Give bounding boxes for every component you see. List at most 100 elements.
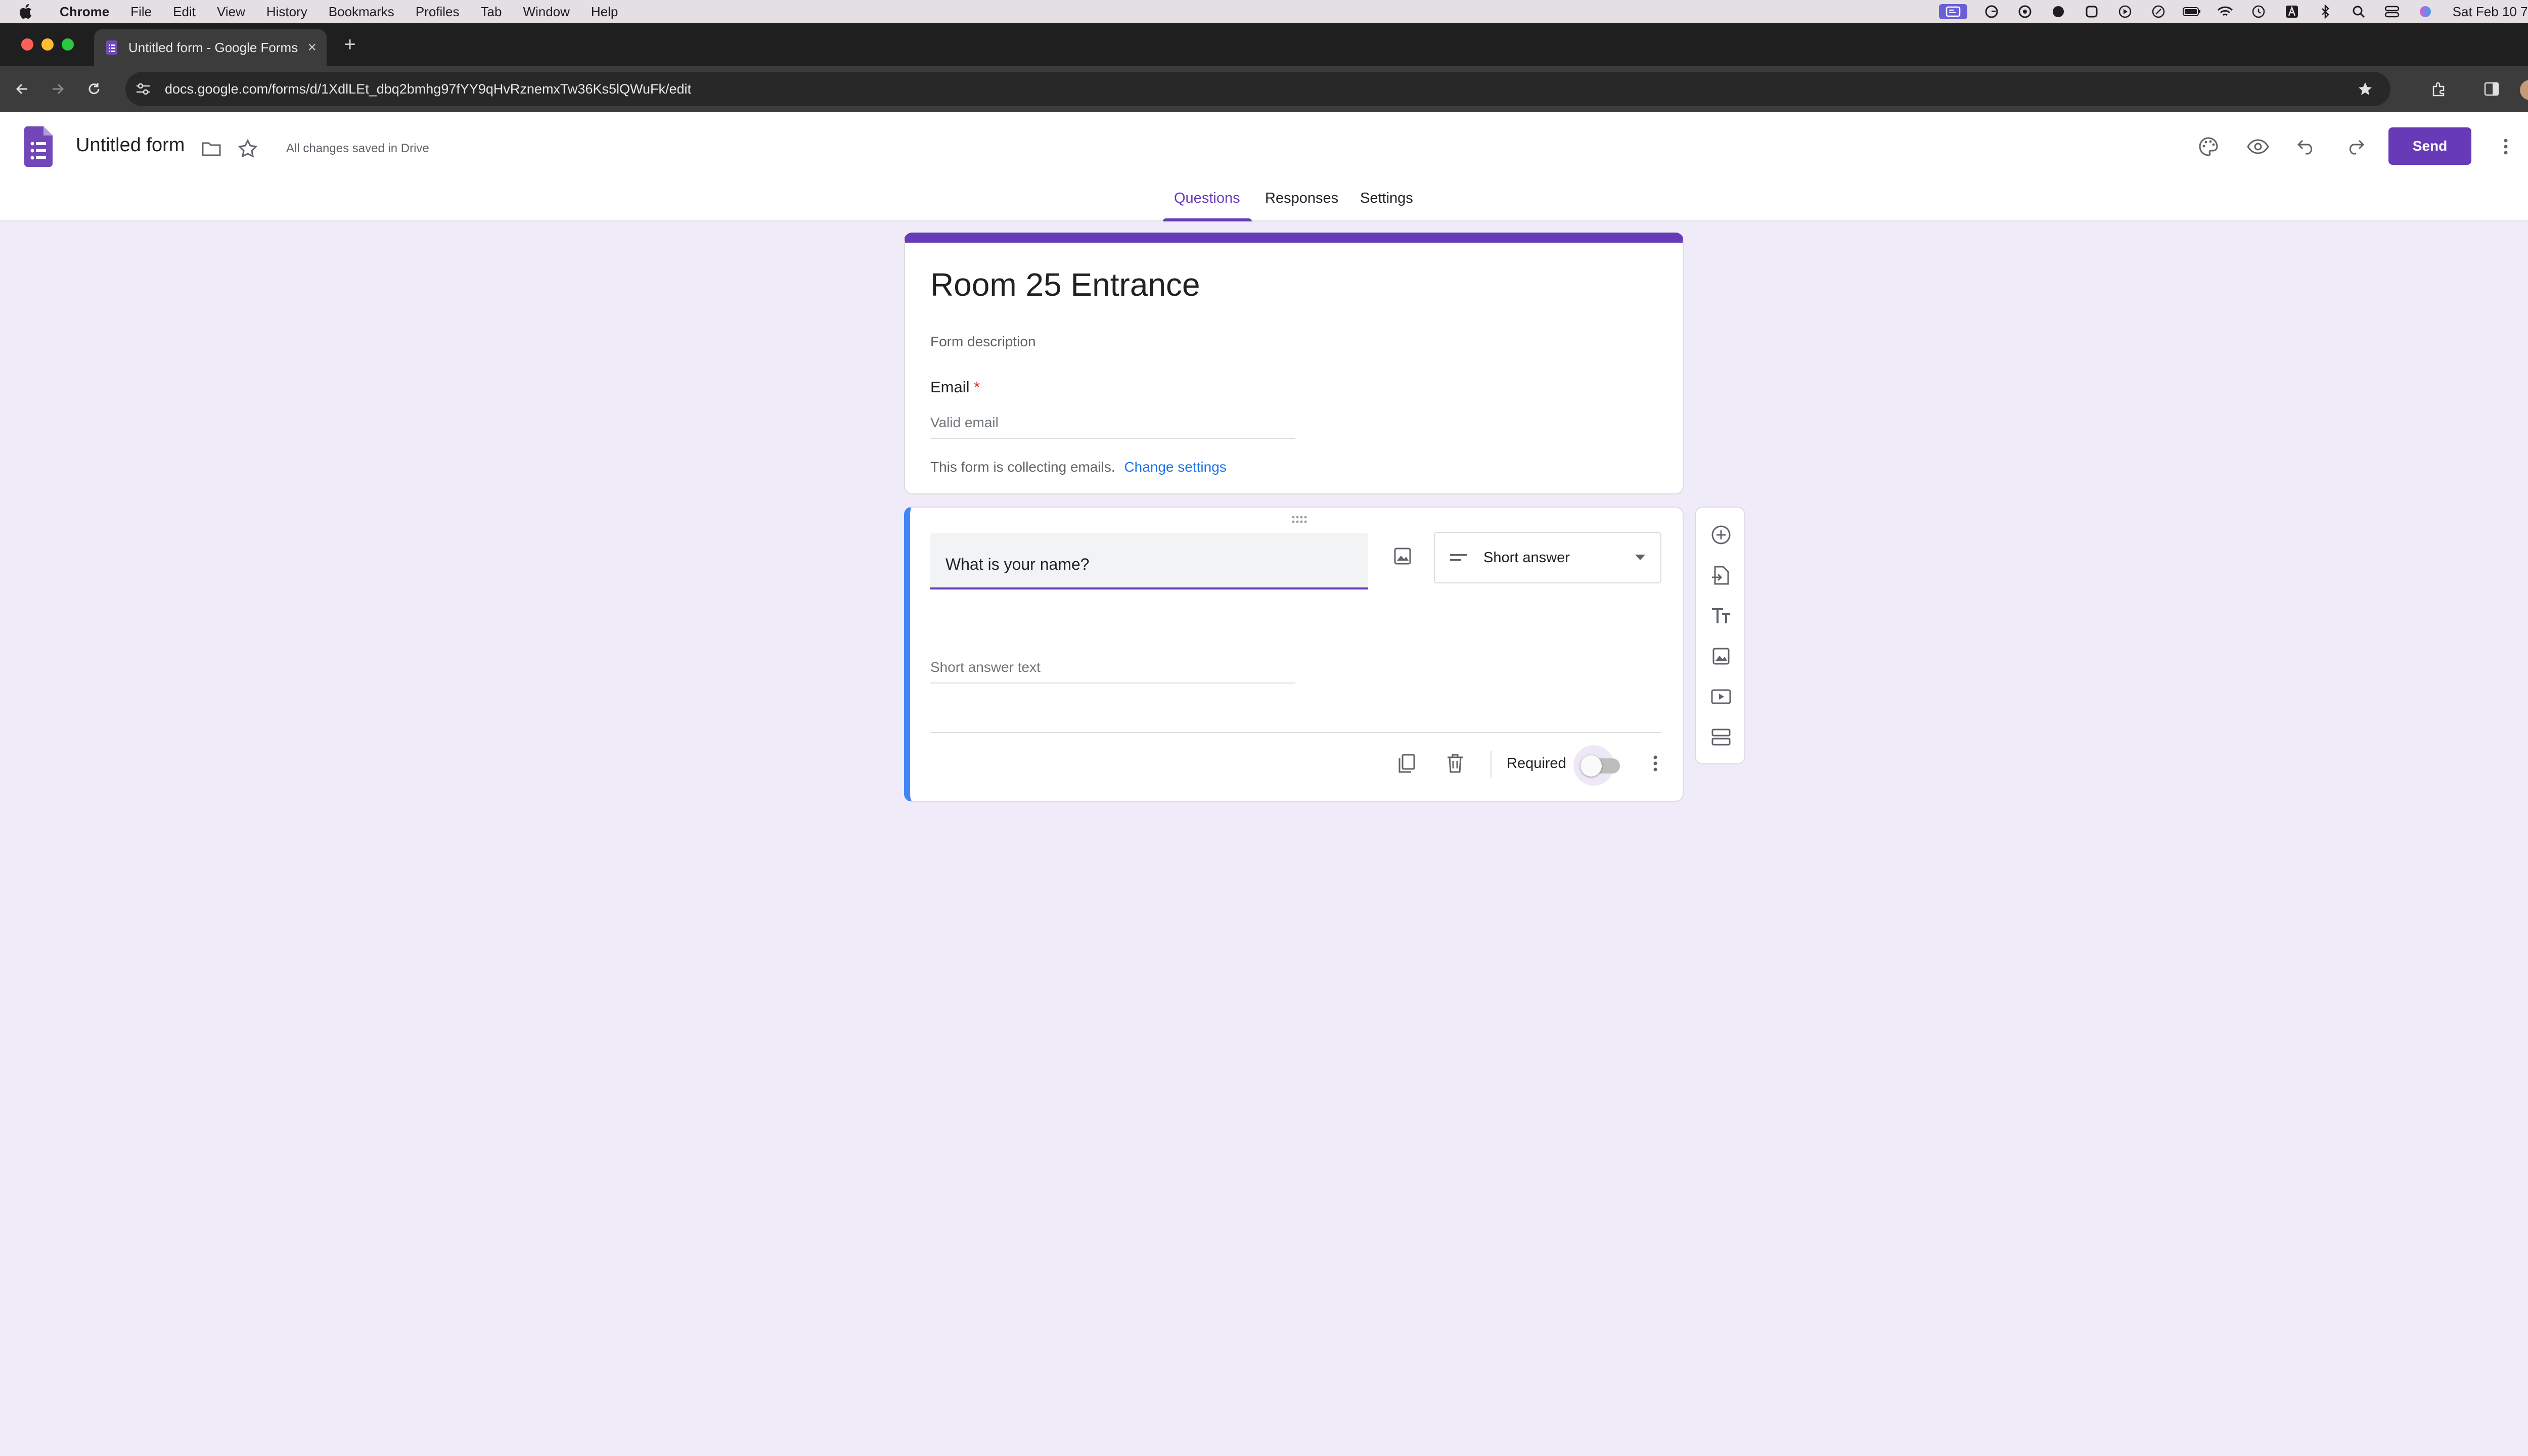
required-label: Required [1507, 755, 1566, 771]
preview-eye-icon[interactable] [2244, 132, 2272, 161]
wifi-icon[interactable] [2216, 4, 2234, 19]
time-machine-icon[interactable] [2249, 4, 2268, 19]
browser-toolbar: docs.google.com/forms/d/1XdlLEt_dbq2bmhg… [0, 66, 2528, 112]
collecting-emails-text: This form is collecting emails. [930, 459, 1115, 475]
menu-history[interactable]: History [266, 4, 307, 20]
menu-file[interactable]: File [130, 4, 152, 20]
minimize-window-button[interactable] [41, 38, 54, 51]
menu-bookmarks[interactable]: Bookmarks [329, 4, 394, 20]
redo-icon[interactable] [2341, 132, 2369, 161]
menu-bar-clock[interactable]: Sat Feb 10 7:11 PM [2453, 4, 2528, 20]
siri-icon[interactable] [2416, 4, 2434, 19]
delete-icon[interactable] [1441, 749, 1469, 778]
move-to-folder-icon[interactable] [199, 136, 223, 161]
menu-window[interactable]: Window [523, 4, 569, 20]
question-card[interactable]: What is your name? Short answer Short an… [904, 507, 1684, 802]
menu-profiles[interactable]: Profiles [416, 4, 460, 20]
short-answer-underline [930, 682, 1295, 684]
email-underline [930, 438, 1295, 439]
customize-theme-icon[interactable] [2194, 132, 2223, 161]
form-title[interactable]: Room 25 Entrance [930, 266, 1200, 303]
duplicate-icon[interactable] [1392, 749, 1421, 778]
add-title-description-icon[interactable] [1707, 602, 1735, 630]
screen-share-icon[interactable] [1938, 4, 1967, 19]
bookmark-star-icon[interactable] [2357, 81, 2377, 97]
tab-settings[interactable]: Settings [1360, 190, 1413, 207]
chrome-profile-avatar[interactable] [2520, 80, 2528, 100]
back-button[interactable] [10, 77, 34, 101]
email-placeholder: Valid email [930, 415, 999, 430]
email-label-text: Email [930, 378, 970, 396]
form-description-field[interactable]: Form description [930, 334, 1036, 350]
window-icon[interactable] [2083, 4, 2101, 19]
short-answer-placeholder: Short answer text [930, 659, 1041, 675]
drag-handle-icon[interactable] [1289, 515, 1310, 525]
extensions-icon[interactable] [2427, 77, 2451, 101]
document-title[interactable]: Untitled form [76, 134, 185, 156]
url-text: docs.google.com/forms/d/1XdlLEt_dbq2bmhg… [165, 81, 692, 97]
footer-separator [1491, 751, 1492, 778]
macos-menu-bar: Chrome File Edit View History Bookmarks … [0, 0, 2528, 23]
zoom-window-button[interactable] [62, 38, 74, 51]
required-toggle-thumb[interactable] [1581, 755, 1602, 777]
new-tab-button[interactable]: + [339, 33, 361, 56]
form-side-toolbar [1695, 507, 1745, 764]
more-options-icon[interactable] [2492, 132, 2520, 161]
copilot-icon[interactable] [2016, 4, 2034, 19]
collecting-emails-note: This form is collecting emails. Change s… [930, 459, 1227, 475]
address-bar[interactable]: docs.google.com/forms/d/1XdlLEt_dbq2bmhg… [125, 72, 2390, 106]
menu-view[interactable]: View [217, 4, 245, 20]
close-window-button[interactable] [21, 38, 33, 51]
add-image-sidebar-icon[interactable] [1707, 642, 1735, 670]
google-forms-logo-icon[interactable] [24, 126, 53, 167]
reload-button[interactable] [82, 77, 106, 101]
spotlight-search-icon[interactable] [2350, 4, 2368, 19]
forms-header: Untitled form All changes saved in Drive… [0, 112, 2528, 221]
menu-edit[interactable]: Edit [173, 4, 196, 20]
star-icon[interactable] [236, 136, 260, 161]
apple-icon[interactable] [19, 4, 39, 19]
send-button[interactable]: Send [2388, 127, 2471, 165]
menu-chrome[interactable]: Chrome [60, 4, 109, 20]
side-panel-icon[interactable] [2479, 77, 2504, 101]
add-section-icon[interactable] [1707, 723, 1735, 751]
add-image-icon[interactable] [1388, 542, 1417, 570]
question-title-input[interactable]: What is your name? [930, 533, 1368, 589]
forms-favicon-icon [104, 40, 119, 55]
undo-icon[interactable] [2292, 132, 2321, 161]
browser-tab-strip: Untitled form - Google Forms × + [0, 23, 2528, 66]
speed-icon[interactable] [2149, 4, 2168, 19]
question-type-dropdown[interactable]: Short answer [1434, 532, 1661, 583]
form-title-card[interactable]: Room 25 Entrance Form description Email … [904, 233, 1684, 494]
bluetooth-icon[interactable] [2316, 4, 2334, 19]
input-source-icon[interactable] [2283, 4, 2301, 19]
dropdown-arrow-icon [1635, 555, 1645, 561]
control-center-icon[interactable] [2383, 4, 2401, 19]
close-tab-icon[interactable]: × [307, 39, 317, 56]
question-more-options-icon[interactable] [1641, 749, 1669, 778]
forward-button[interactable] [46, 77, 70, 101]
grammarly-icon[interactable] [1982, 4, 2001, 19]
site-settings-icon[interactable] [136, 82, 156, 96]
browser-tab-forms[interactable]: Untitled form - Google Forms × [94, 29, 327, 66]
email-question-label: Email * [930, 378, 980, 396]
change-settings-link[interactable]: Change settings [1124, 459, 1226, 475]
menu-tab[interactable]: Tab [481, 4, 502, 20]
menu-help[interactable]: Help [591, 4, 618, 20]
question-footer-divider [930, 732, 1661, 733]
required-asterisk: * [974, 378, 980, 396]
play-icon[interactable] [2116, 4, 2134, 19]
import-questions-icon[interactable] [1707, 561, 1735, 589]
add-video-icon[interactable] [1707, 682, 1735, 711]
short-answer-icon [1450, 553, 1468, 563]
record-icon[interactable] [2049, 4, 2067, 19]
add-question-icon[interactable] [1707, 521, 1735, 549]
menu-bar-status-area: Sat Feb 10 7:11 PM [1938, 0, 2528, 23]
tab-title: Untitled form - Google Forms [128, 39, 298, 55]
tab-responses[interactable]: Responses [1265, 190, 1338, 207]
question-type-label: Short answer [1483, 549, 1570, 566]
active-tab-indicator [1163, 218, 1252, 221]
battery-icon[interactable] [2182, 4, 2201, 19]
form-tabs: Questions Responses Settings [0, 183, 2528, 221]
tab-questions[interactable]: Questions [1174, 190, 1240, 207]
